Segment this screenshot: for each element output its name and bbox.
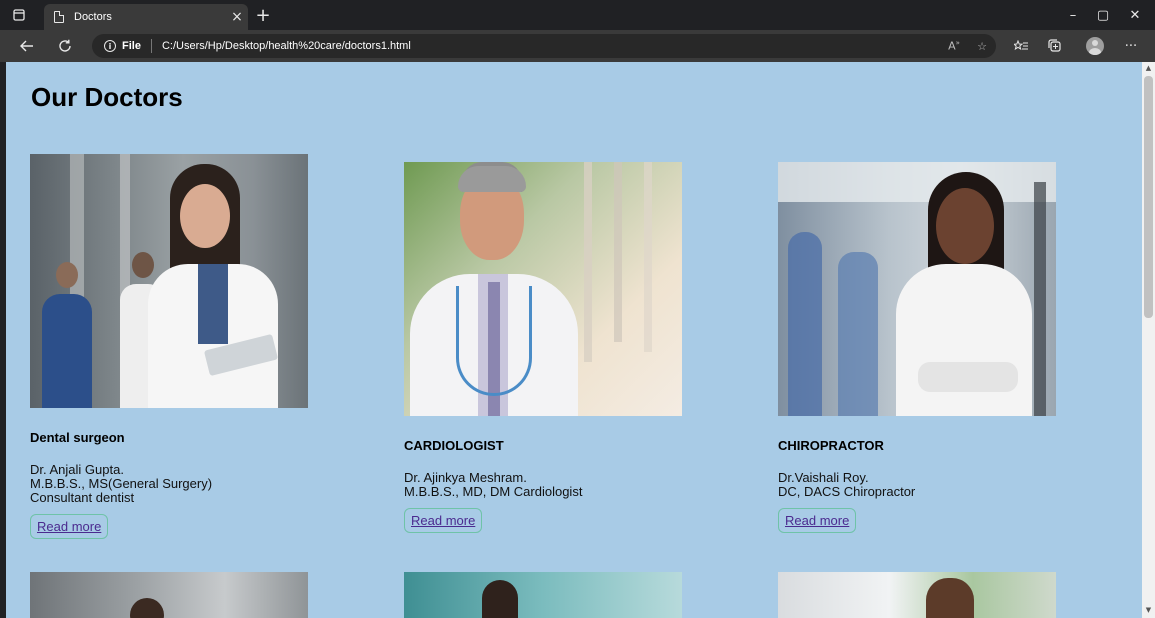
minimize-button[interactable]: – [1058,4,1088,26]
doctor-photo [30,572,308,618]
doctor-name: Dr. Ajinkya Meshram. [404,470,527,485]
doctor-card-next-1 [30,572,310,618]
restore-button[interactable]: ▢ [1088,4,1118,26]
doctor-photo [778,572,1056,618]
address-divider [150,39,152,53]
scroll-down-icon[interactable]: ▼ [1142,606,1155,616]
doctor-qualification: M.B.B.S., MD, DM Cardiologist [404,484,583,499]
vertical-scrollbar[interactable]: ▲ ▼ [1142,62,1155,618]
address-bar[interactable]: i File C:/Users/Hp/Desktop/health%20care… [92,34,996,58]
info-icon[interactable]: i [104,40,116,52]
doctor-card-dental: Dental surgeon Dr. Anjali Gupta. M.B.B.S… [30,154,310,539]
doctor-specialty: CHIROPRACTOR [778,438,884,453]
read-more-button[interactable]: Read more [30,514,109,539]
doctor-details: Dr. Ajinkya Meshram. M.B.B.S., MD, DM Ca… [404,471,684,499]
doctor-name: Dr.Vaishali Roy. [778,470,869,485]
scroll-up-icon[interactable]: ▲ [1142,64,1155,74]
scroll-thumb[interactable] [1144,76,1153,318]
read-aloud-icon[interactable]: A» [940,39,968,53]
doctor-card-chiropractor: CHIROPRACTOR Dr.Vaishali Roy. DC, DACS C… [778,162,1058,533]
doctor-specialty: Dental surgeon [30,430,125,445]
back-icon[interactable] [16,35,38,57]
doctor-card-next-3 [778,572,1058,618]
tab-close-icon[interactable]: × [226,9,248,25]
page-title: Our Doctors [31,82,183,112]
doctor-photo [404,572,682,618]
browser-tab[interactable]: Doctors × [44,4,248,30]
tab-strip: Doctors × + – ▢ ✕ [0,0,1155,30]
doctor-name: Dr. Anjali Gupta. [30,462,124,477]
profile-icon[interactable] [1084,35,1106,57]
doctor-qualification: DC, DACS Chiropractor [778,484,916,499]
doctor-card-next-2 [404,572,684,618]
doctor-details: Dr.Vaishali Roy. DC, DACS Chiropractor [778,471,1058,499]
file-label: File [122,40,141,52]
doctor-photo [404,162,682,416]
browser-toolbar: i File C:/Users/Hp/Desktop/health%20care… [0,30,1155,62]
tab-actions-icon[interactable] [8,4,30,26]
doctor-specialty: CARDIOLOGIST [404,438,504,453]
favorites-list-icon[interactable] [1010,35,1032,57]
page-icon [54,11,64,23]
doctor-details: Dr. Anjali Gupta. M.B.B.S., MS(General S… [30,463,310,505]
read-more-button[interactable]: Read more [778,508,857,533]
tab-title: Doctors [74,11,112,23]
doctor-photo [30,154,308,408]
doctor-role: Consultant dentist [30,490,135,505]
read-more-button[interactable]: Read more [404,508,483,533]
refresh-icon[interactable] [54,35,76,57]
doctor-qualification: M.B.B.S., MS(General Surgery) [30,476,213,491]
close-window-button[interactable]: ✕ [1120,4,1150,26]
favorite-icon[interactable]: ☆ [968,40,996,53]
url-text[interactable]: C:/Users/Hp/Desktop/health%20care/doctor… [162,40,940,52]
avatar [1086,37,1104,55]
new-tab-button[interactable]: + [252,4,274,26]
more-icon[interactable]: ··· [1120,35,1142,57]
collections-icon[interactable] [1044,35,1066,57]
page-viewport: Our Doctors Dental surgeon Dr. Anjali Gu… [6,62,1142,618]
doctor-photo [778,162,1056,416]
doctor-card-cardiologist: CARDIOLOGIST Dr. Ajinkya Meshram. M.B.B.… [404,162,684,533]
